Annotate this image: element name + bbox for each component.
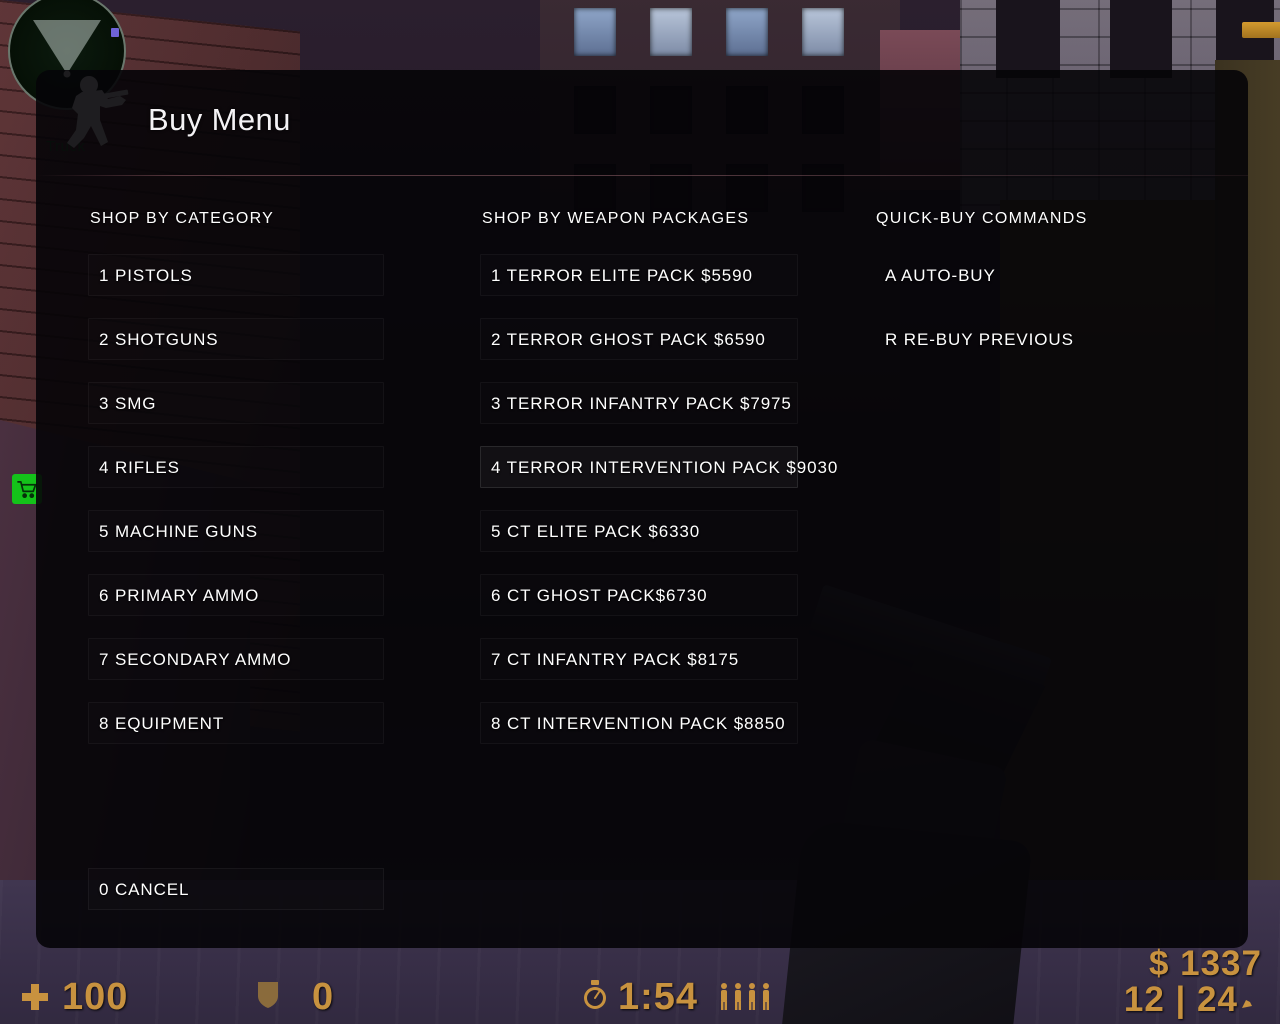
menu-item-terror-ghost-pack[interactable]: 2 TERROR GHOST PACK $6590 [480, 318, 798, 360]
menu-item-terror-infantry-pack[interactable]: 3 TERROR INFANTRY PACK $7975 [480, 382, 798, 424]
buy-menu-header: Buy Menu [36, 70, 1248, 175]
menu-item-auto-buy[interactable]: A AUTO-BUY [874, 254, 1204, 296]
radar-enemy-blip [111, 28, 119, 37]
column-title-quick-buy: QUICK-BUY COMMANDS [876, 210, 1088, 227]
menu-item-machine-guns[interactable]: 5 MACHINE GUNS [88, 510, 384, 552]
menu-item-shotguns[interactable]: 2 SHOTGUNS [88, 318, 384, 360]
column-shop-by-weapon-packages: SHOP BY WEAPON PACKAGES 1 TERROR ELITE P… [480, 210, 848, 766]
cancel-button[interactable]: 0 CANCEL [88, 868, 384, 910]
column-shop-by-category: SHOP BY CATEGORY 1 PISTOLS 2 SHOTGUNS 3 … [88, 210, 438, 766]
menu-item-ct-elite-pack[interactable]: 5 CT ELITE PACK $6330 [480, 510, 798, 552]
menu-item-terror-intervention-pack[interactable]: 4 TERROR INTERVENTION PACK $9030 [480, 446, 837, 488]
menu-item-rifles[interactable]: 4 RIFLES [88, 446, 384, 488]
menu-item-smg[interactable]: 3 SMG [88, 382, 384, 424]
column-title-packages: SHOP BY WEAPON PACKAGES [482, 210, 750, 227]
header-divider [36, 175, 1248, 176]
menu-item-ct-ghost-pack[interactable]: 6 CT GHOST PACK$6730 [480, 574, 798, 616]
yellow-beam [1242, 22, 1280, 38]
column-title-category: SHOP BY CATEGORY [90, 210, 275, 227]
radar-view-cone [33, 20, 101, 74]
menu-item-secondary-ammo[interactable]: 7 SECONDARY AMMO [88, 638, 384, 680]
page-title: Buy Menu [148, 102, 291, 137]
menu-item-ct-infantry-pack[interactable]: 7 CT INFANTRY PACK $8175 [480, 638, 798, 680]
cancel-row: 0 CANCEL [88, 868, 384, 910]
menu-item-re-buy-previous[interactable]: R RE-BUY PREVIOUS [874, 318, 1204, 360]
menu-item-equipment[interactable]: 8 EQUIPMENT [88, 702, 384, 744]
menu-item-primary-ammo[interactable]: 6 PRIMARY AMMO [88, 574, 384, 616]
column-quick-buy-commands: QUICK-BUY COMMANDS A AUTO-BUY R RE-BUY P… [874, 210, 1214, 382]
menu-item-pistols[interactable]: 1 PISTOLS [88, 254, 384, 296]
buy-menu-panel: Buy Menu SHOP BY CATEGORY 1 PISTOLS 2 SH… [36, 70, 1248, 948]
menu-item-terror-elite-pack[interactable]: 1 TERROR ELITE PACK $5590 [480, 254, 798, 296]
menu-item-ct-intervention-pack[interactable]: 8 CT INTERVENTION PACK $8850 [480, 702, 798, 744]
